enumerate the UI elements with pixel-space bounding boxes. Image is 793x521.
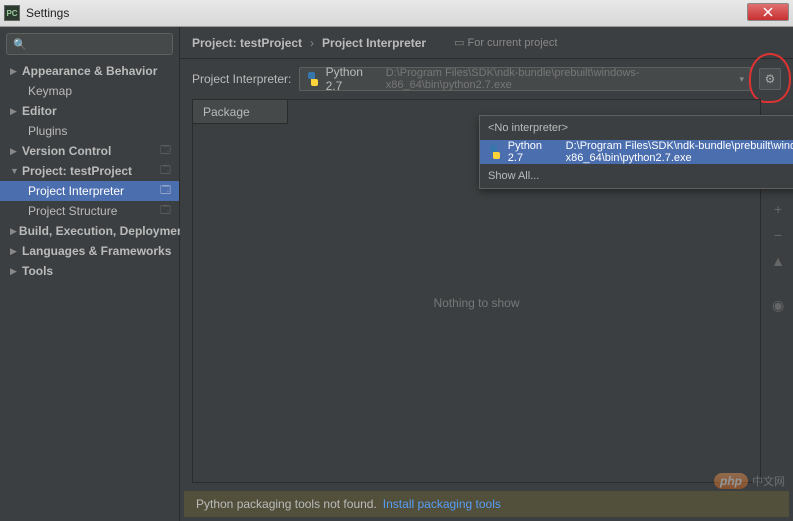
interpreter-label: Project Interpreter: bbox=[192, 72, 291, 86]
sidebar-item-label: Tools bbox=[22, 264, 53, 278]
gear-icon: ⚙ bbox=[765, 72, 776, 86]
dropdown-no-interpreter[interactable]: <No interpreter> bbox=[480, 116, 793, 140]
sidebar-item-editor[interactable]: ▶Editor bbox=[0, 101, 179, 121]
sidebar-item-project-interpreter[interactable]: Project Interpreter 🗔 bbox=[0, 181, 179, 201]
breadcrumb-leaf: Project Interpreter bbox=[322, 36, 426, 50]
project-scope-icon: 🗔 bbox=[160, 203, 171, 220]
sidebar-item-appearance-behavior[interactable]: ▶Appearance & Behavior bbox=[0, 61, 179, 81]
sidebar-item-label: Appearance & Behavior bbox=[22, 64, 157, 78]
interpreter-row: Project Interpreter: Python 2.7 D:\Progr… bbox=[180, 59, 793, 99]
sidebar-item-label: Editor bbox=[22, 104, 57, 118]
remove-package-button[interactable]: − bbox=[774, 227, 782, 243]
expand-arrow-icon: ▶ bbox=[10, 246, 20, 257]
dropdown-show-all[interactable]: Show All... bbox=[480, 164, 793, 188]
project-scope-icon: 🗔 bbox=[160, 183, 171, 200]
warning-message: Python packaging tools not found. bbox=[196, 497, 377, 511]
sidebar-item-project-testproject[interactable]: ▼Project: testProject 🗔 bbox=[0, 161, 179, 181]
package-tools: + − ▲ ◉ bbox=[771, 201, 785, 314]
add-package-button[interactable]: + bbox=[774, 201, 782, 217]
sidebar-item-label: Languages & Frameworks bbox=[22, 244, 171, 258]
chevron-right-icon: › bbox=[310, 36, 314, 50]
sidebar-item-label: Project: testProject bbox=[22, 164, 132, 178]
interpreter-dropdown: <No interpreter> Python 2.7 D:\Program F… bbox=[479, 115, 793, 189]
app-icon: PC bbox=[4, 5, 20, 21]
expand-arrow-icon: ▶ bbox=[10, 226, 17, 237]
chevron-down-icon: ▾ bbox=[739, 74, 744, 85]
expand-arrow-icon: ▶ bbox=[10, 106, 20, 117]
package-column-header[interactable]: Package bbox=[193, 100, 288, 124]
sidebar-item-label: Project Interpreter bbox=[28, 184, 124, 198]
breadcrumb: Project: testProject › Project Interpret… bbox=[180, 27, 793, 59]
interpreter-settings-button[interactable]: ⚙ bbox=[759, 68, 781, 90]
close-button[interactable] bbox=[747, 3, 789, 21]
main-panel: Project: testProject › Project Interpret… bbox=[180, 27, 793, 521]
sidebar-item-version-control[interactable]: ▶Version Control 🗔 bbox=[0, 141, 179, 161]
titlebar: PC Settings bbox=[0, 0, 793, 27]
project-scope-icon: 🗔 bbox=[160, 163, 171, 180]
sidebar-item-project-structure[interactable]: Project Structure 🗔 bbox=[0, 201, 179, 221]
breadcrumb-root: Project: testProject bbox=[192, 36, 302, 50]
sidebar-item-tools[interactable]: ▶Tools bbox=[0, 261, 179, 281]
sidebar-item-label: Keymap bbox=[28, 84, 72, 98]
search-input[interactable] bbox=[31, 37, 166, 51]
sidebar-item-languages-frameworks[interactable]: ▶Languages & Frameworks bbox=[0, 241, 179, 261]
search-box[interactable]: 🔍 bbox=[6, 33, 173, 55]
expand-arrow-icon: ▼ bbox=[10, 166, 20, 176]
sidebar-item-build-execution-deployment[interactable]: ▶Build, Execution, Deployment bbox=[0, 221, 179, 241]
window-title: Settings bbox=[26, 6, 69, 20]
expand-arrow-icon: ▶ bbox=[10, 266, 20, 277]
python-icon bbox=[488, 145, 502, 159]
sidebar-item-label: Project Structure bbox=[28, 204, 117, 218]
expand-arrow-icon: ▶ bbox=[10, 66, 20, 77]
search-icon: 🔍 bbox=[13, 38, 27, 51]
expand-arrow-icon: ▶ bbox=[10, 146, 20, 157]
interpreter-path: D:\Program Files\SDK\ndk-bundle\prebuilt… bbox=[386, 67, 744, 91]
python-icon bbox=[306, 72, 319, 86]
sidebar-item-plugins[interactable]: Plugins bbox=[0, 121, 179, 141]
warning-bar: Python packaging tools not found. Instal… bbox=[184, 491, 789, 517]
show-early-button[interactable]: ◉ bbox=[772, 297, 784, 314]
project-scope-icon: 🗔 bbox=[160, 143, 171, 160]
sidebar-item-label: Build, Execution, Deployment bbox=[19, 224, 188, 238]
install-tools-link[interactable]: Install packaging tools bbox=[383, 497, 501, 511]
sidebar-item-label: Version Control bbox=[22, 144, 111, 158]
scope-badge: For current project bbox=[454, 36, 557, 49]
close-icon bbox=[763, 7, 773, 17]
interpreter-name: Python 2.7 bbox=[326, 65, 380, 93]
sidebar: 🔍 ▶Appearance & BehaviorKeymap▶EditorPlu… bbox=[0, 27, 180, 521]
dropdown-python27[interactable]: Python 2.7 D:\Program Files\SDK\ndk-bund… bbox=[480, 140, 793, 164]
watermark: php 中文网 bbox=[714, 473, 785, 489]
sidebar-item-keymap[interactable]: Keymap bbox=[0, 81, 179, 101]
sidebar-item-label: Plugins bbox=[28, 124, 67, 138]
settings-tree: ▶Appearance & BehaviorKeymap▶EditorPlugi… bbox=[0, 59, 179, 521]
upgrade-package-button[interactable]: ▲ bbox=[771, 253, 785, 269]
interpreter-select[interactable]: Python 2.7 D:\Program Files\SDK\ndk-bund… bbox=[299, 67, 751, 91]
